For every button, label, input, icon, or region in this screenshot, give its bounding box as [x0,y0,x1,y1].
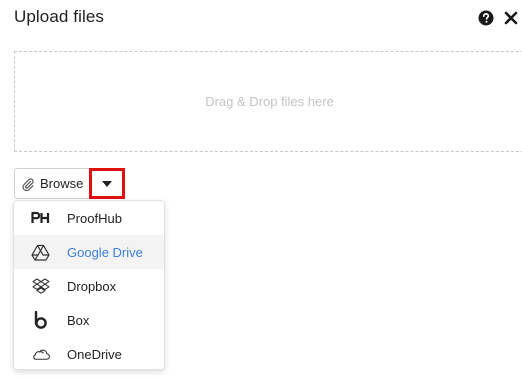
menu-item-label: Dropbox [67,278,117,294]
dropbox-icon [31,277,50,296]
drop-zone-text: Drag & Drop files here [205,94,334,109]
proofhub-icon [31,209,50,228]
menu-item-label: ProofHub [67,210,122,226]
header-icons [478,10,519,26]
menu-item-dropbox[interactable]: Dropbox [14,269,164,303]
close-icon[interactable] [503,10,519,26]
menu-item-label: Box [67,312,90,328]
browse-button[interactable]: Browse [14,168,89,199]
menu-item-label: Google Drive [67,244,143,260]
upload-files-dialog: Upload files Drag & Drop files here Brow… [0,0,522,380]
upload-source-menu: ProofHub Google Drive Dropbox Box OneDri… [13,200,165,370]
box-icon [31,311,50,330]
menu-item-onedrive[interactable]: OneDrive [14,337,164,369]
menu-item-google-drive[interactable]: Google Drive [14,235,164,269]
google-drive-icon [31,243,50,262]
browse-group: Browse [14,168,125,199]
question-circle-icon[interactable] [478,10,494,26]
browse-dropdown-toggle[interactable] [89,168,125,199]
menu-item-proofhub[interactable]: ProofHub [14,201,164,235]
menu-item-box[interactable]: Box [14,303,164,337]
caret-down-icon [102,180,112,187]
onedrive-icon [31,345,50,364]
paperclip-icon [22,177,34,191]
dialog-title: Upload files [14,7,105,26]
menu-item-label: OneDrive [67,346,122,362]
browse-label: Browse [40,176,84,191]
drop-zone[interactable]: Drag & Drop files here [14,51,522,152]
